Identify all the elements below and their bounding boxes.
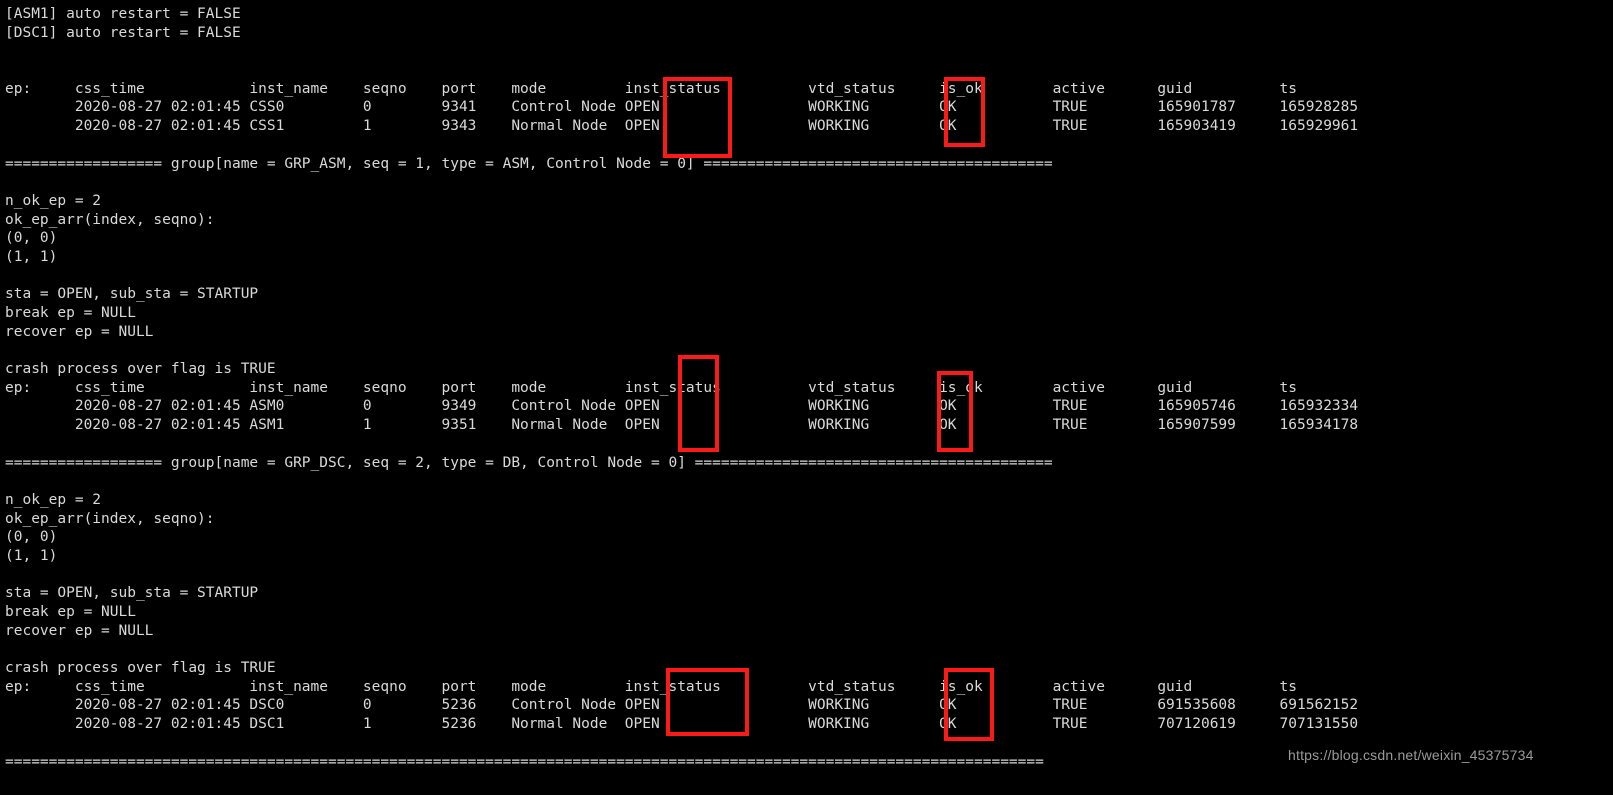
terminal-line: [ASM1] auto restart = FALSE xyxy=(5,6,241,22)
watermark-text: https://blog.csdn.net/weixin_45375734 xyxy=(1288,747,1534,763)
terminal-line: 2020-08-27 02:01:45 CSS0 0 9341 Control … xyxy=(5,99,1359,116)
terminal-line: [DSC1] auto restart = FALSE xyxy=(5,24,241,41)
terminal-line: n_ok_ep = 2 xyxy=(5,192,102,209)
terminal-output[interactable]: [ASM1] auto restart = FALSE [DSC1] auto r… xyxy=(5,5,1358,771)
terminal-line: break ep = NULL xyxy=(5,604,136,620)
terminal-line: ok_ep_arr(index, seqno): xyxy=(5,211,215,228)
terminal-line: break ep = NULL xyxy=(5,305,136,321)
terminal-line: 2020-08-27 02:01:45 ASM1 1 9351 Normal N… xyxy=(5,417,1359,434)
terminal-window: [ASM1] auto restart = FALSE [DSC1] auto r… xyxy=(0,0,1613,795)
terminal-line: (1, 1) xyxy=(5,547,58,564)
terminal-line: ================== group[name = GRP_ASM,… xyxy=(5,155,1053,172)
terminal-line: 2020-08-27 02:01:45 ASM0 0 9349 Control … xyxy=(5,398,1359,415)
terminal-line: ========================================… xyxy=(5,753,1044,770)
terminal-line: 2020-08-27 02:01:45 CSS1 1 9343 Normal N… xyxy=(5,118,1359,135)
terminal-line: crash process over flag is TRUE xyxy=(5,660,276,677)
terminal-line: recover ep = NULL xyxy=(5,622,154,639)
terminal-line: crash process over flag is TRUE xyxy=(5,361,276,378)
terminal-line: n_ok_ep = 2 xyxy=(5,491,102,508)
terminal-line: recover ep = NULL xyxy=(5,323,154,340)
terminal-line: ok_ep_arr(index, seqno): xyxy=(5,510,215,527)
terminal-line: (0, 0) xyxy=(5,529,58,546)
terminal-line: sta = OPEN, sub_sta = STARTUP xyxy=(5,286,259,303)
terminal-line: ep: css_time inst_name seqno port mode i… xyxy=(5,678,1298,695)
terminal-line: 2020-08-27 02:01:45 DSC1 1 5236 Normal N… xyxy=(5,716,1359,733)
terminal-line: (0, 0) xyxy=(5,230,58,247)
terminal-line: sta = OPEN, sub_sta = STARTUP xyxy=(5,585,259,602)
terminal-line: ================== group[name = GRP_DSC,… xyxy=(5,454,1053,471)
terminal-line: (1, 1) xyxy=(5,248,58,265)
terminal-line: 2020-08-27 02:01:45 DSC0 0 5236 Control … xyxy=(5,697,1359,714)
terminal-line: ep: css_time inst_name seqno port mode i… xyxy=(5,379,1298,396)
terminal-line: ep: css_time inst_name seqno port mode i… xyxy=(5,80,1298,97)
